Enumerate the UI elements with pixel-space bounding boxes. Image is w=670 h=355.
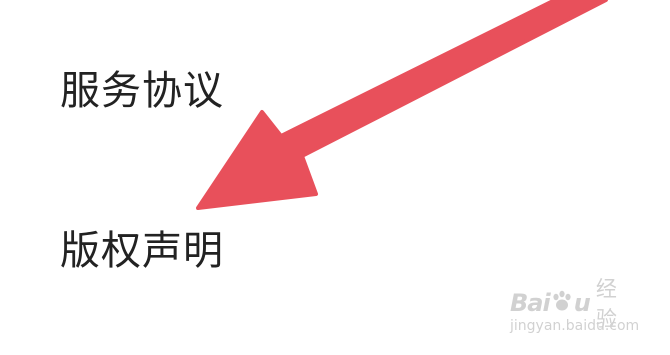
watermark-brand-text: Bai <box>510 289 551 317</box>
arrow-shape <box>196 0 608 210</box>
watermark-domain: jingyan.baidu.com <box>510 318 640 334</box>
menu-item-copyright-notice[interactable]: 版权声明 <box>60 218 224 276</box>
baidu-jingyan-watermark: Bai u 经验 jingyan.baidu.com <box>510 277 640 346</box>
screen: 服务协议 版权声明 Bai u 经验 jingyan.baidu.com <box>0 0 670 355</box>
paw-icon <box>552 290 572 316</box>
menu-item-service-agreement[interactable]: 服务协议 <box>60 58 224 116</box>
watermark-brand-suffix: u <box>573 289 591 317</box>
